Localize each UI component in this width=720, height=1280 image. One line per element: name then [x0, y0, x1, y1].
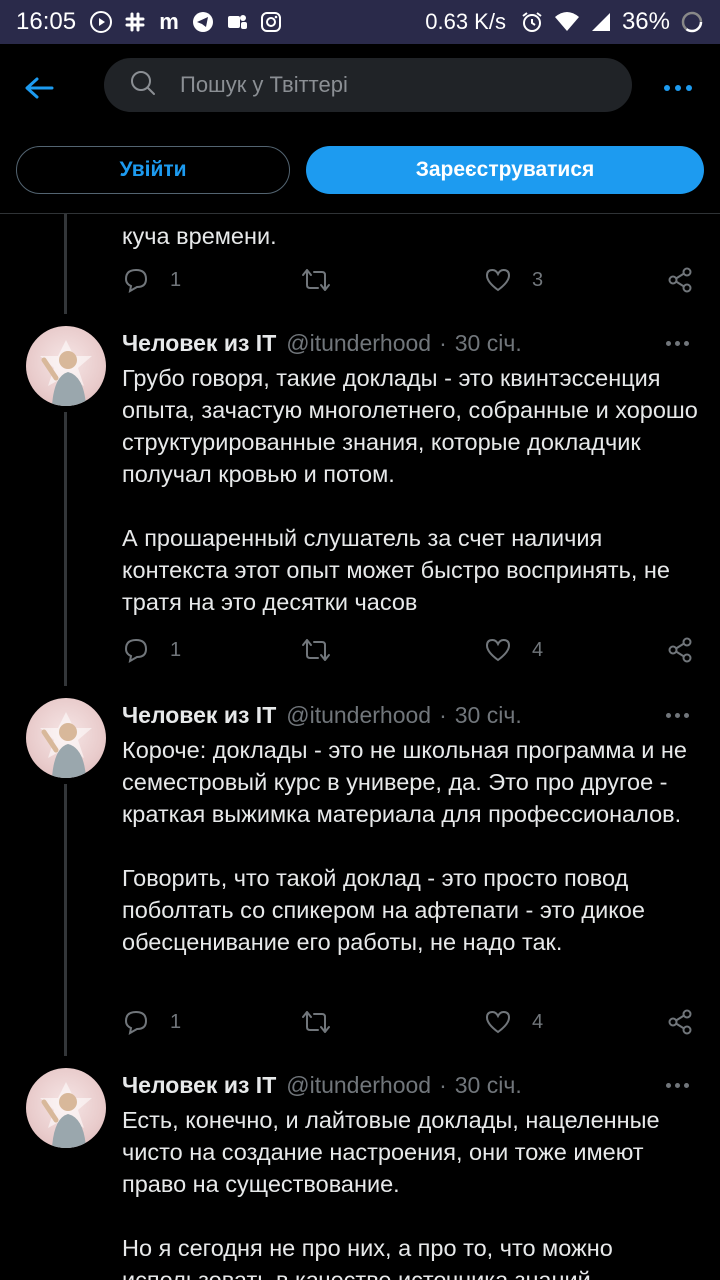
avatar[interactable]: [26, 698, 106, 778]
m-app-icon: m: [159, 9, 179, 34]
wifi-icon: [554, 11, 580, 33]
like-button[interactable]: 4: [484, 1002, 543, 1042]
reply-count: 1: [170, 638, 182, 661]
search-placeholder: Пошук у Твіттері: [180, 72, 348, 97]
share-button[interactable]: [666, 630, 694, 670]
instagram-icon: [260, 11, 282, 33]
retweet-button[interactable]: [300, 1002, 352, 1042]
thread-line: [64, 784, 67, 1056]
reply-button[interactable]: 1: [122, 630, 181, 670]
tweet-date[interactable]: 30 січ.: [455, 330, 522, 357]
retweet-icon: [300, 266, 332, 294]
tweet-actions: 1 4: [122, 1002, 696, 1042]
battery-icon: [680, 10, 704, 34]
tweet-text: куча времени.: [122, 223, 277, 249]
share-icon: [666, 1008, 694, 1036]
share-icon: [666, 636, 694, 664]
more-options-icon[interactable]: [664, 78, 694, 98]
like-count: 4: [532, 638, 544, 661]
retweet-icon: [300, 636, 332, 664]
author-name[interactable]: Человек из IT: [122, 702, 276, 729]
back-arrow-icon[interactable]: [24, 70, 60, 106]
retweet-button[interactable]: [300, 630, 352, 670]
share-icon: [666, 266, 694, 294]
heart-icon: [484, 1008, 512, 1036]
avatar[interactable]: [26, 1068, 106, 1148]
avatar-image: [40, 712, 92, 778]
youtube-icon: [90, 11, 113, 33]
reply-icon: [122, 1008, 150, 1036]
tweet-text: Короче: доклады - это не школьная програ…: [122, 737, 687, 955]
tweet-date[interactable]: 30 січ.: [455, 1072, 522, 1099]
reply-icon: [122, 266, 150, 294]
reply-count: 1: [170, 1010, 182, 1033]
tweet-more-icon[interactable]: [666, 710, 692, 720]
tweet-text: Грубо говоря, такие доклады - это квинтэ…: [122, 365, 698, 615]
login-button[interactable]: Увійти: [16, 146, 290, 194]
top-bar: Пошук у Твіттері: [0, 44, 720, 130]
status-bar: 16:05 m 0.63 K/s 36%: [0, 0, 720, 44]
network-speed: 0.63 K/s: [425, 9, 506, 34]
heart-icon: [484, 266, 512, 294]
tweet-header: Человек из IT @itunderhood · 30 січ.: [122, 329, 522, 357]
tweet-more-icon[interactable]: [666, 338, 692, 348]
notification-icons: m: [90, 9, 282, 34]
status-time: 16:05: [16, 8, 77, 35]
avatar-image: [40, 1082, 92, 1148]
tweet-feed[interactable]: куча времени. 1 3 Человек из IT @itunder…: [0, 214, 720, 1280]
tweet-actions: 1 3: [122, 260, 696, 300]
author-handle[interactable]: @itunderhood: [286, 1072, 431, 1099]
tweet-header: Человек из IT @itunderhood · 30 січ.: [122, 701, 522, 729]
reply-button[interactable]: 1: [122, 260, 181, 300]
like-count: 4: [532, 1010, 544, 1033]
author-handle[interactable]: @itunderhood: [286, 702, 431, 729]
tweet-more-icon[interactable]: [666, 1080, 692, 1090]
tweet-text: Есть, конечно, и лайтовые доклады, нацел…: [122, 1107, 660, 1280]
slack-icon: [124, 11, 146, 33]
share-button[interactable]: [666, 1002, 694, 1042]
alarm-icon: [520, 10, 544, 34]
signal-icon: [590, 11, 612, 33]
author-handle[interactable]: @itunderhood: [286, 330, 431, 357]
share-button[interactable]: [666, 260, 694, 300]
reply-icon: [122, 636, 150, 664]
heart-icon: [484, 636, 512, 664]
like-button[interactable]: 3: [484, 260, 543, 300]
tweet-actions: 1 4: [122, 630, 696, 670]
retweet-button[interactable]: [300, 260, 352, 300]
avatar-image: [40, 340, 92, 406]
tweet-date[interactable]: 30 січ.: [455, 702, 522, 729]
reply-count: 1: [170, 268, 182, 291]
signup-button[interactable]: Зареєструватися: [306, 146, 704, 194]
tweet-header: Человек из IT @itunderhood · 30 січ.: [122, 1071, 522, 1099]
like-button[interactable]: 4: [484, 630, 543, 670]
battery-percent: 36%: [621, 8, 670, 35]
search-icon: [130, 70, 156, 101]
retweet-icon: [300, 1008, 332, 1036]
telegram-icon: [192, 11, 214, 33]
auth-bar: Увійти Зареєструватися: [0, 130, 720, 214]
author-name[interactable]: Человек из IT: [122, 330, 276, 357]
reply-button[interactable]: 1: [122, 1002, 181, 1042]
thread-line: [64, 214, 67, 314]
thread-line: [64, 412, 67, 686]
like-count: 3: [532, 268, 544, 291]
teams-icon: [226, 11, 248, 33]
avatar[interactable]: [26, 326, 106, 406]
search-input[interactable]: Пошук у Твіттері: [104, 58, 632, 112]
author-name[interactable]: Человек из IT: [122, 1072, 276, 1099]
